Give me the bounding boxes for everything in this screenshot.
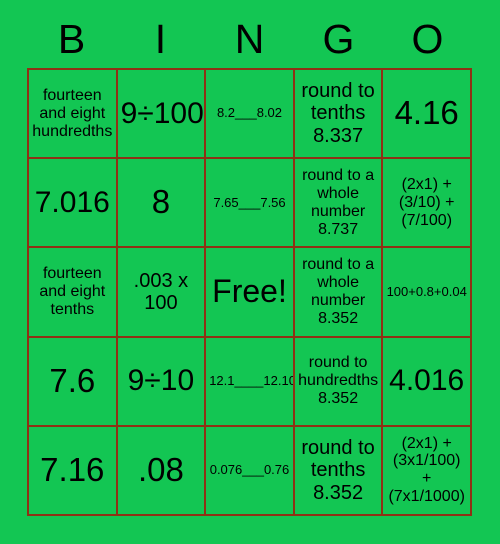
bingo-cell-o5[interactable]: (2x1) + (3x1/100) + (7x1/1000) xyxy=(383,426,472,516)
bingo-cell-label: 7.6 xyxy=(49,361,96,399)
bingo-grid: fourteen and eight hundredths 9÷100 8.2_… xyxy=(27,68,472,516)
bingo-cell-label: round to tenths 8.352 xyxy=(301,436,375,504)
bingo-cell-g4[interactable]: round to hundredths 8.352 xyxy=(294,337,384,427)
bingo-cell-label: fourteen and eight hundredths xyxy=(32,86,113,140)
bingo-cell-label: round to a whole number 8.352 xyxy=(302,256,375,327)
bingo-cell-label: 100+0.8+0.04 xyxy=(386,283,467,299)
bingo-cell-label: .003 x 100 xyxy=(133,269,189,314)
header-letter-n: N xyxy=(234,16,265,62)
bingo-cell-b1[interactable]: fourteen and eight hundredths xyxy=(29,70,118,160)
bingo-cell-g1[interactable]: round to tenths 8.337 xyxy=(294,70,384,160)
bingo-cell-label: 0.076___0.76 xyxy=(209,462,290,478)
bingo-card: B I N G O fourteen and eight hundredths … xyxy=(0,0,500,544)
bingo-cell-label: round to tenths 8.337 xyxy=(301,80,375,147)
bingo-cell-label: 9÷10 xyxy=(127,364,195,398)
bingo-cell-label: (2x1) + (3/10) + (7/100) xyxy=(398,175,455,229)
bingo-cell-o3[interactable]: 100+0.8+0.04 xyxy=(383,248,472,338)
bingo-cell-label: Free! xyxy=(212,273,287,310)
bingo-cell-label: 4.016 xyxy=(389,364,465,398)
bingo-cell-g5[interactable]: round to tenths 8.352 xyxy=(294,426,384,516)
header-letter-g: G xyxy=(322,16,355,62)
bingo-cell-label: .08 xyxy=(137,450,184,488)
bingo-cell-o1[interactable]: 4.16 xyxy=(383,70,472,160)
bingo-cell-n5[interactable]: 0.076___0.76 xyxy=(206,426,295,516)
bingo-cell-label: 12.1____12.10 xyxy=(209,372,295,388)
bingo-cell-label: 4.16 xyxy=(394,94,459,132)
bingo-cell-label: (2x1) + (3x1/100) + (7x1/1000) xyxy=(388,434,465,506)
bingo-cell-label: round to hundredths 8.352 xyxy=(298,354,379,408)
bingo-cell-b4[interactable]: 7.6 xyxy=(29,337,118,427)
bingo-cell-g2[interactable]: round to a whole number 8.737 xyxy=(294,159,384,249)
bingo-cell-b5[interactable]: 7.16 xyxy=(29,426,118,516)
bingo-cell-label: 8.2___8.02 xyxy=(216,105,283,121)
bingo-cell-g3[interactable]: round to a whole number 8.352 xyxy=(294,248,384,338)
bingo-cell-o4[interactable]: 4.016 xyxy=(383,337,472,427)
bingo-cell-o2[interactable]: (2x1) + (3/10) + (7/100) xyxy=(383,159,472,249)
bingo-cell-n4[interactable]: 12.1____12.10 xyxy=(206,337,295,427)
header-letter-o: O xyxy=(411,16,444,62)
bingo-cell-i1[interactable]: 9÷100 xyxy=(117,70,207,160)
bingo-cell-n1[interactable]: 8.2___8.02 xyxy=(206,70,295,160)
header-letter-i: I xyxy=(154,16,167,62)
bingo-cell-free-space[interactable]: Free! xyxy=(206,248,295,338)
bingo-cell-label: 7.65___7.56 xyxy=(213,194,286,210)
bingo-header: B I N G O xyxy=(27,14,472,64)
bingo-cell-i4[interactable]: 9÷10 xyxy=(117,337,207,427)
bingo-cell-label: 8 xyxy=(151,183,171,221)
bingo-cell-label: 7.016 xyxy=(34,185,110,219)
bingo-cell-label: fourteen and eight tenths xyxy=(39,265,106,318)
bingo-cell-i5[interactable]: .08 xyxy=(117,426,207,516)
bingo-cell-n2[interactable]: 7.65___7.56 xyxy=(206,159,295,249)
bingo-cell-label: 9÷100 xyxy=(120,96,204,130)
bingo-cell-i2[interactable]: 8 xyxy=(117,159,207,249)
bingo-cell-b3[interactable]: fourteen and eight tenths xyxy=(29,248,118,338)
bingo-cell-b2[interactable]: 7.016 xyxy=(29,159,118,249)
bingo-cell-i3[interactable]: .003 x 100 xyxy=(117,248,207,338)
bingo-cell-label: 7.16 xyxy=(40,450,105,488)
header-letter-b: B xyxy=(57,16,86,62)
bingo-cell-label: round to a whole number 8.737 xyxy=(302,166,375,238)
